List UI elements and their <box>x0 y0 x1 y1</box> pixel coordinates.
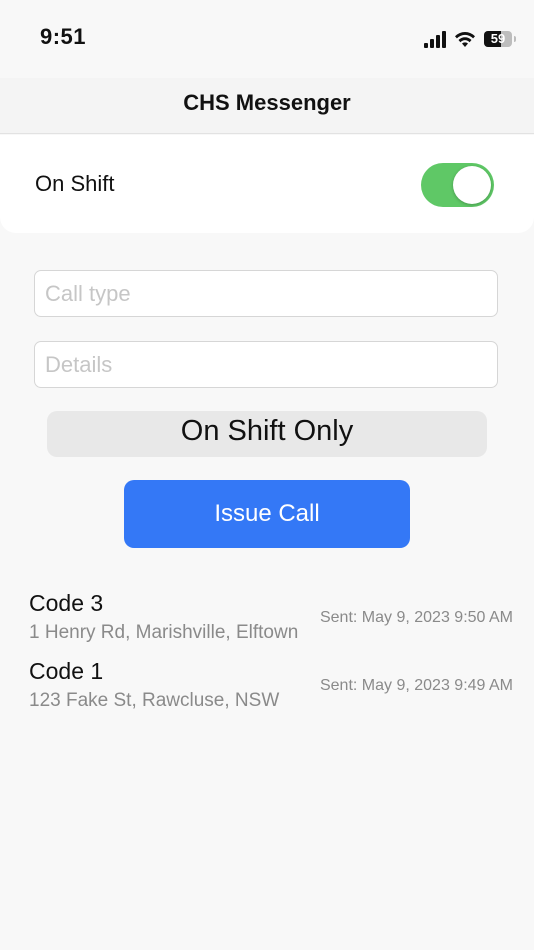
details-input[interactable] <box>34 341 498 388</box>
wifi-icon <box>455 31 475 47</box>
call-sent-time: Sent: May 9, 2023 9:49 AM <box>319 677 513 694</box>
list-item[interactable]: Code 3 1 Henry Rd, Marishville, Elftown … <box>0 590 534 652</box>
status-icons: 59 <box>424 28 516 50</box>
issue-call-button[interactable]: Issue Call <box>124 480 410 548</box>
call-code: Code 3 <box>29 590 104 616</box>
call-sent-time: Sent: May 9, 2023 9:50 AM <box>319 609 513 626</box>
battery-cap <box>514 36 516 42</box>
call-type-input[interactable] <box>34 270 498 317</box>
call-address: 1 Henry Rd, Marishville, Elftown <box>29 622 299 643</box>
battery-icon: 59 <box>484 31 512 47</box>
on-shift-toggle[interactable] <box>421 163 494 207</box>
call-code: Code 1 <box>29 658 104 684</box>
nav-bar: CHS Messenger <box>0 78 534 134</box>
status-time: 9:51 <box>40 24 87 49</box>
status-bar: 9:51 59 <box>0 0 534 78</box>
shift-card: On Shift <box>0 135 534 233</box>
cellular-signal-icon <box>424 30 446 48</box>
battery-level: 59 <box>490 31 506 46</box>
toggle-knob <box>453 166 491 204</box>
on-shift-only-selector[interactable]: On Shift Only <box>47 411 487 457</box>
list-item[interactable]: Code 1 123 Fake St, Rawcluse, NSW Sent: … <box>0 658 534 720</box>
page-title: CHS Messenger <box>183 90 351 115</box>
call-address: 123 Fake St, Rawcluse, NSW <box>29 690 280 711</box>
on-shift-label: On Shift <box>35 171 115 196</box>
